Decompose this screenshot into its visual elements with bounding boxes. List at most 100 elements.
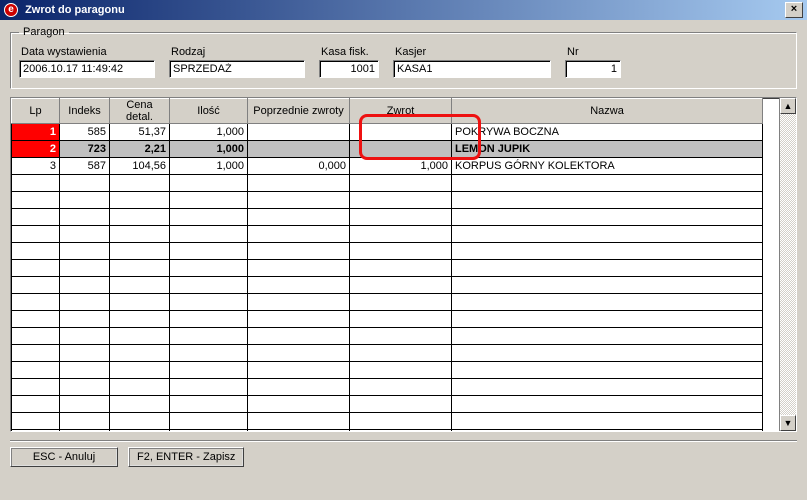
cell-nazwa[interactable]: LEMON JUPIK	[452, 141, 763, 158]
cell-empty[interactable]	[248, 430, 350, 432]
cell-empty[interactable]	[350, 175, 452, 192]
table-row[interactable]	[12, 260, 763, 277]
cell-empty[interactable]	[12, 175, 60, 192]
cell-empty[interactable]	[248, 379, 350, 396]
cell-empty[interactable]	[248, 311, 350, 328]
cell-empty[interactable]	[452, 243, 763, 260]
cell-empty[interactable]	[248, 396, 350, 413]
table-row[interactable]	[12, 379, 763, 396]
data-table[interactable]: Lp Indeks Cena detal. Ilość Poprzednie z…	[11, 98, 763, 431]
cell-empty[interactable]	[350, 311, 452, 328]
cell-empty[interactable]	[170, 294, 248, 311]
cell-zwrot[interactable]: 1,000	[350, 158, 452, 175]
cell-empty[interactable]	[170, 379, 248, 396]
close-button[interactable]: ×	[785, 2, 803, 18]
rodzaj-input[interactable]	[169, 60, 305, 78]
cell-empty[interactable]	[248, 413, 350, 430]
cell-empty[interactable]	[452, 175, 763, 192]
cell-empty[interactable]	[60, 209, 110, 226]
cell-empty[interactable]	[110, 311, 170, 328]
cell-empty[interactable]	[452, 362, 763, 379]
cell-empty[interactable]	[60, 277, 110, 294]
cell-empty[interactable]	[12, 345, 60, 362]
cell-empty[interactable]	[248, 209, 350, 226]
cell-empty[interactable]	[60, 328, 110, 345]
cell-empty[interactable]	[452, 277, 763, 294]
cell-empty[interactable]	[452, 260, 763, 277]
table-row[interactable]	[12, 209, 763, 226]
cell-empty[interactable]	[350, 294, 452, 311]
cell-empty[interactable]	[12, 413, 60, 430]
cell-empty[interactable]	[12, 277, 60, 294]
cell-empty[interactable]	[60, 396, 110, 413]
cell-empty[interactable]	[60, 192, 110, 209]
cell-empty[interactable]	[350, 430, 452, 432]
cell-zwrot[interactable]	[350, 141, 452, 158]
cell-ilosc[interactable]: 1,000	[170, 158, 248, 175]
cell-empty[interactable]	[452, 209, 763, 226]
table-row[interactable]	[12, 311, 763, 328]
cell-empty[interactable]	[350, 379, 452, 396]
cell-cena[interactable]: 2,21	[110, 141, 170, 158]
table-row[interactable]	[12, 345, 763, 362]
table-row[interactable]	[12, 328, 763, 345]
cell-empty[interactable]	[60, 294, 110, 311]
cell-empty[interactable]	[248, 226, 350, 243]
cell-lp[interactable]: 1	[12, 124, 60, 141]
cell-empty[interactable]	[110, 294, 170, 311]
cell-empty[interactable]	[248, 260, 350, 277]
cell-empty[interactable]	[60, 260, 110, 277]
cell-empty[interactable]	[350, 277, 452, 294]
cell-empty[interactable]	[170, 396, 248, 413]
cell-empty[interactable]	[12, 209, 60, 226]
col-header-lp[interactable]: Lp	[12, 99, 60, 124]
cell-empty[interactable]	[110, 209, 170, 226]
col-header-poprzednie[interactable]: Poprzednie zwroty	[248, 99, 350, 124]
cell-nazwa[interactable]: KORPUS GÓRNY KOLEKTORA	[452, 158, 763, 175]
table-row[interactable]	[12, 243, 763, 260]
cell-empty[interactable]	[452, 430, 763, 432]
cell-empty[interactable]	[170, 413, 248, 430]
cell-empty[interactable]	[110, 192, 170, 209]
cell-empty[interactable]	[170, 328, 248, 345]
cell-ilosc[interactable]: 1,000	[170, 124, 248, 141]
cell-cena[interactable]: 104,56	[110, 158, 170, 175]
cell-empty[interactable]	[248, 175, 350, 192]
cell-empty[interactable]	[12, 260, 60, 277]
cell-empty[interactable]	[248, 362, 350, 379]
cell-empty[interactable]	[170, 277, 248, 294]
cell-ilosc[interactable]: 1,000	[170, 141, 248, 158]
cell-empty[interactable]	[60, 413, 110, 430]
cell-empty[interactable]	[12, 430, 60, 432]
cell-empty[interactable]	[60, 362, 110, 379]
cell-cena[interactable]: 51,37	[110, 124, 170, 141]
cell-empty[interactable]	[170, 260, 248, 277]
cell-empty[interactable]	[110, 362, 170, 379]
cell-empty[interactable]	[60, 175, 110, 192]
data-wystawienia-input[interactable]	[19, 60, 155, 78]
table-row[interactable]	[12, 294, 763, 311]
cell-empty[interactable]	[60, 226, 110, 243]
cell-empty[interactable]	[452, 294, 763, 311]
table-row[interactable]: 3587104,561,0000,0001,000KORPUS GÓRNY KO…	[12, 158, 763, 175]
cell-poprz[interactable]	[248, 124, 350, 141]
cell-empty[interactable]	[350, 192, 452, 209]
cell-empty[interactable]	[350, 396, 452, 413]
cell-empty[interactable]	[248, 345, 350, 362]
cell-empty[interactable]	[248, 243, 350, 260]
cell-empty[interactable]	[452, 328, 763, 345]
kasjer-input[interactable]	[393, 60, 551, 78]
cell-empty[interactable]	[12, 192, 60, 209]
cell-empty[interactable]	[12, 362, 60, 379]
cell-empty[interactable]	[110, 413, 170, 430]
cell-empty[interactable]	[452, 345, 763, 362]
cell-empty[interactable]	[170, 192, 248, 209]
cell-empty[interactable]	[110, 328, 170, 345]
cell-empty[interactable]	[60, 430, 110, 432]
cancel-button[interactable]: ESC - Anuluj	[10, 447, 118, 467]
cell-lp[interactable]: 3	[12, 158, 60, 175]
cell-empty[interactable]	[350, 209, 452, 226]
scroll-down-button[interactable]: ▼	[780, 415, 796, 431]
cell-empty[interactable]	[452, 226, 763, 243]
cell-zwrot[interactable]	[350, 124, 452, 141]
